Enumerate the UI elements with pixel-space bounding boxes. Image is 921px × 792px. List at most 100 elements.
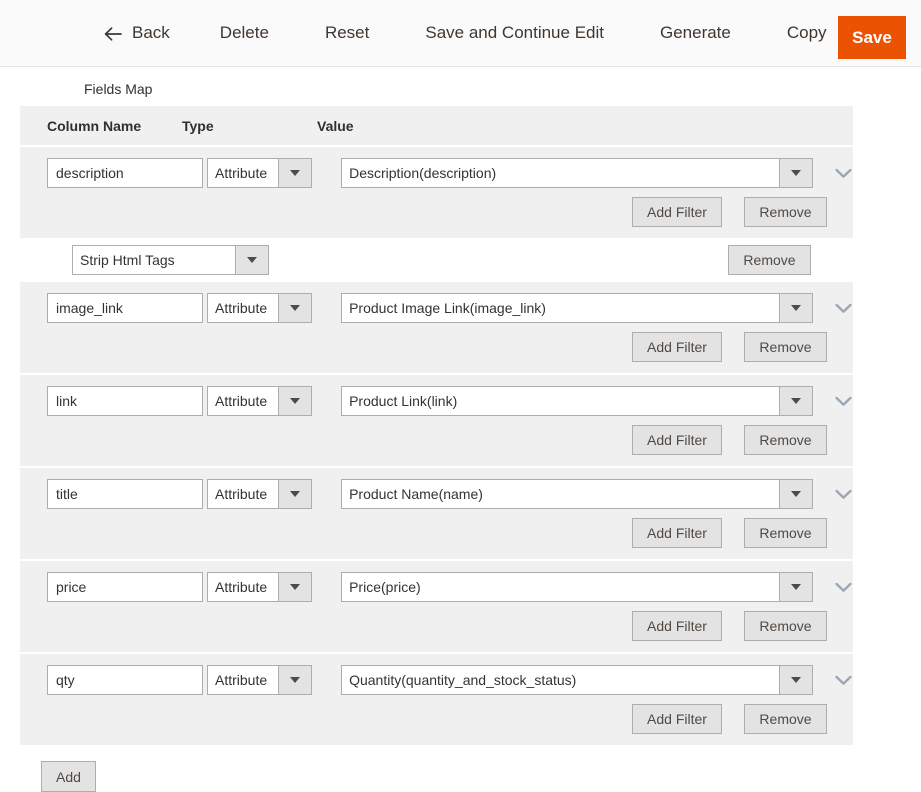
chevron-down-icon[interactable]	[779, 573, 812, 601]
value-select[interactable]: Quantity(quantity_and_stock_status)	[341, 665, 813, 695]
filter-row: Strip Html Tags Remove	[20, 240, 853, 280]
back-button[interactable]: Back	[104, 17, 170, 49]
table-row-main: Attribute Quantity(quantity_and_stock_st…	[20, 654, 853, 695]
remove-filter-button[interactable]: Remove	[728, 245, 811, 275]
chevron-down-icon[interactable]	[278, 387, 312, 415]
fields-map-footer: Add	[20, 745, 853, 792]
remove-row-button[interactable]: Remove	[744, 197, 827, 227]
reset-button[interactable]: Reset	[325, 17, 369, 49]
add-filter-button[interactable]: Add Filter	[632, 611, 722, 641]
type-select[interactable]: Attribute	[207, 479, 313, 509]
fields-map-table: Column Name Type Value Attribute Descrip…	[0, 106, 853, 792]
remove-row-button[interactable]: Remove	[744, 518, 827, 548]
value-select[interactable]: Product Image Link(image_link)	[341, 293, 813, 323]
row-expand-toggle[interactable]	[833, 670, 853, 690]
remove-row-button[interactable]: Remove	[744, 332, 827, 362]
table-row-link: Attribute Product Link(link) Add Filter …	[20, 375, 853, 466]
add-filter-button[interactable]: Add Filter	[632, 704, 722, 734]
remove-row-button[interactable]: Remove	[744, 425, 827, 455]
chevron-down-icon[interactable]	[779, 480, 812, 508]
add-filter-button[interactable]: Add Filter	[632, 197, 722, 227]
fields-map-legend: Fields Map	[84, 81, 153, 97]
fields-map-header-row: Column Name Type Value	[20, 106, 853, 145]
chevron-down-icon[interactable]	[278, 159, 312, 187]
type-select[interactable]: Attribute	[207, 293, 313, 323]
arrow-left-icon	[104, 26, 122, 42]
header-column-name: Column Name	[47, 117, 142, 134]
generate-button-label: Generate	[659, 23, 731, 42]
add-filter-button[interactable]: Add Filter	[632, 332, 722, 362]
add-row-button-label: Add	[56, 768, 81, 785]
remove-row-button[interactable]: Remove	[744, 704, 827, 734]
value-select[interactable]: Price(price)	[341, 572, 813, 602]
chevron-down-icon[interactable]	[278, 294, 312, 322]
add-filter-button[interactable]: Add Filter	[632, 518, 722, 548]
table-row-actions: Add Filter Remove	[20, 323, 853, 373]
copy-button-label: Copy	[786, 23, 827, 42]
type-select[interactable]: Attribute	[207, 158, 313, 188]
row-expand-toggle[interactable]	[833, 391, 853, 411]
column-name-input[interactable]	[47, 386, 203, 416]
save-button-label: Save	[852, 28, 892, 47]
page-actions-list: Back Delete Reset Save and Continue Edit…	[0, 0, 921, 66]
header-column-type: Type	[182, 117, 214, 134]
chevron-down-icon[interactable]	[779, 666, 812, 694]
type-select-value: Attribute	[215, 486, 268, 502]
chevron-down-icon[interactable]	[235, 246, 268, 274]
table-row-main: Attribute Product Link(link)	[20, 375, 853, 416]
delete-button[interactable]: Delete	[220, 17, 269, 49]
table-row-actions: Add Filter Remove	[20, 416, 853, 466]
table-row-main: Attribute Product Image Link(image_link)	[20, 282, 853, 323]
value-select-value: Quantity(quantity_and_stock_status)	[349, 672, 577, 688]
chevron-down-icon[interactable]	[779, 294, 812, 322]
filter-select-value: Strip Html Tags	[80, 252, 175, 268]
type-select-value: Attribute	[215, 393, 268, 409]
copy-button[interactable]: Copy	[787, 17, 827, 49]
chevron-down-icon[interactable]	[278, 666, 312, 694]
row-expand-toggle[interactable]	[833, 163, 853, 183]
value-select[interactable]: Description(description)	[341, 158, 813, 188]
table-row-image_link: Attribute Product Image Link(image_link)…	[20, 282, 853, 373]
table-row-actions: Add Filter Remove	[20, 509, 853, 559]
column-name-input[interactable]	[47, 572, 203, 602]
add-filter-button[interactable]: Add Filter	[632, 425, 722, 455]
filter-select[interactable]: Strip Html Tags	[72, 245, 269, 275]
reset-button-label: Reset	[324, 23, 370, 42]
remove-row-button[interactable]: Remove	[744, 611, 827, 641]
column-name-input[interactable]	[47, 665, 203, 695]
row-expand-toggle[interactable]	[833, 298, 853, 318]
column-name-input[interactable]	[47, 158, 203, 188]
type-select[interactable]: Attribute	[207, 386, 313, 416]
chevron-down-icon[interactable]	[278, 480, 312, 508]
row-expand-toggle[interactable]	[833, 484, 853, 504]
type-select[interactable]: Attribute	[207, 665, 313, 695]
row-expand-toggle[interactable]	[833, 577, 853, 597]
table-row-description: Attribute Description(description) Add F…	[20, 147, 853, 238]
chevron-down-icon[interactable]	[779, 159, 812, 187]
value-select-value: Product Link(link)	[349, 393, 458, 409]
value-select[interactable]: Product Name(name)	[341, 479, 813, 509]
generate-button[interactable]: Generate	[660, 17, 731, 49]
chevron-down-icon[interactable]	[779, 387, 812, 415]
value-select-value: Price(price)	[349, 579, 421, 595]
table-row-actions: Add Filter Remove	[20, 188, 853, 238]
column-name-input[interactable]	[47, 293, 203, 323]
value-select-value: Product Name(name)	[349, 486, 483, 502]
save-button[interactable]: Save	[838, 16, 906, 59]
fields-map-rows: Attribute Description(description) Add F…	[20, 147, 853, 745]
delete-button-label: Delete	[219, 23, 269, 42]
back-button-label: Back	[132, 23, 170, 42]
add-row-button[interactable]: Add	[41, 761, 96, 792]
type-select-value: Attribute	[215, 672, 268, 688]
value-select[interactable]: Product Link(link)	[341, 386, 813, 416]
table-row-qty: Attribute Quantity(quantity_and_stock_st…	[20, 654, 853, 745]
save-and-continue-edit-label: Save and Continue Edit	[425, 23, 604, 42]
column-name-input[interactable]	[47, 479, 203, 509]
value-select-value: Product Image Link(image_link)	[349, 300, 546, 316]
chevron-down-icon[interactable]	[278, 573, 312, 601]
save-and-continue-edit-button[interactable]: Save and Continue Edit	[425, 17, 604, 49]
table-row-price: Attribute Price(price) Add Filter Remove	[20, 561, 853, 652]
type-select[interactable]: Attribute	[207, 572, 313, 602]
table-row-actions: Add Filter Remove	[20, 695, 853, 745]
type-select-value: Attribute	[215, 300, 268, 316]
